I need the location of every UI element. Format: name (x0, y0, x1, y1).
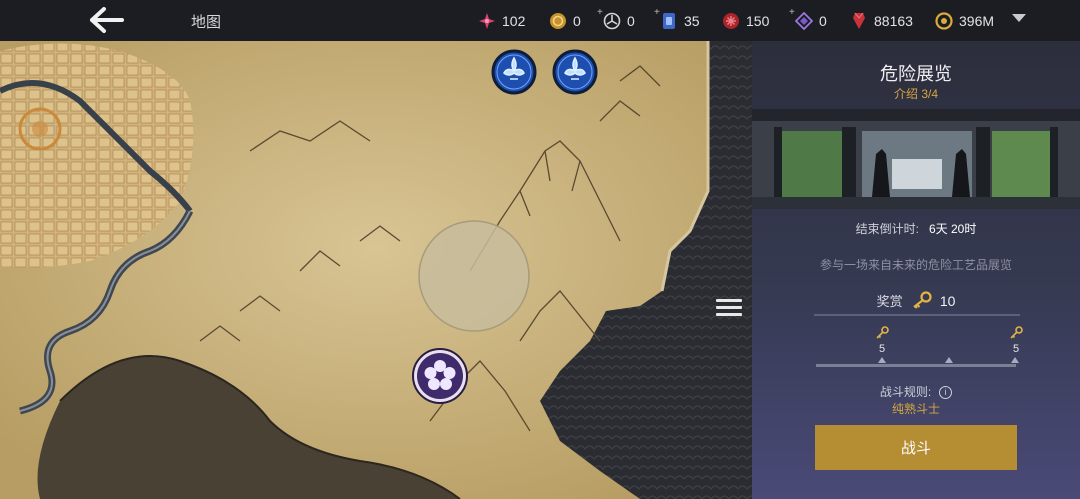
key-icon (913, 291, 932, 309)
reward-label: 奖赏 (876, 294, 903, 309)
top-bar: 地图 102 0 + 0 + 35 150 + 0 88163 396M (0, 0, 1080, 41)
resource-silver-token[interactable]: + 0 (597, 0, 635, 41)
divider (814, 314, 1020, 316)
purple-flower-marker[interactable] (411, 347, 469, 405)
battle-rules: 战斗规则: i (752, 383, 1080, 400)
world-map[interactable] (0, 41, 752, 499)
info-icon[interactable]: i (939, 386, 953, 400)
resource-value: 0 (627, 12, 635, 29)
milestone-1[interactable]: 5 (872, 326, 892, 355)
chevron-down-icon[interactable] (1012, 14, 1026, 22)
resource-value: 88163 (874, 12, 913, 29)
key-icon (1010, 326, 1023, 339)
fleur-de-lis-icon (491, 49, 537, 95)
resource-pink-crystal[interactable]: 102 (478, 0, 525, 41)
gold-ring-icon (935, 11, 953, 30)
fleur-de-lis-icon (552, 49, 598, 95)
resource-gold-currency[interactable]: 396M (935, 0, 994, 41)
back-button[interactable] (84, 4, 128, 36)
countdown: 结束倒计时: 6天 20时 (752, 220, 1080, 237)
event-intro-progress[interactable]: 介绍 3/4 (752, 85, 1080, 102)
event-preview-image (752, 109, 1080, 209)
countdown-label: 结束倒计时: (855, 222, 919, 236)
event-panel: 危险展览 介绍 3/4 结束倒计时: 6天 20时 参与一场来自未来的危险工艺品展… (752, 41, 1080, 499)
key-icon (876, 326, 889, 339)
red-token-icon (722, 12, 740, 30)
resource-value: 0 (573, 12, 581, 29)
purple-diamond-icon: + (789, 7, 813, 30)
blue-card-icon: + (654, 7, 678, 30)
event-title: 危险展览 (880, 64, 952, 84)
countdown-value: 6天 20时 (928, 222, 977, 236)
reward-value: 10 (939, 293, 956, 309)
resource-value: 35 (684, 12, 700, 29)
resource-blue-card[interactable]: + 35 (654, 0, 700, 41)
battle-rules-label: 战斗规则: (879, 385, 932, 399)
flower-icon (412, 348, 468, 404)
page-title: 地图 (191, 14, 222, 31)
battle-rules-value: 纯熟斗士 (891, 402, 940, 416)
pink-star-icon (478, 12, 496, 30)
event-description: 参与一场来自未来的危险工艺品展览 (819, 258, 1012, 272)
reward-row: 奖赏 10 (752, 291, 1080, 310)
map-menu-button[interactable] (712, 295, 746, 325)
milestone-2[interactable]: 5 (1006, 326, 1026, 355)
reward-progress-bar (816, 364, 1016, 367)
red-crystal-icon (850, 12, 868, 30)
hamburger-menu-icon (712, 299, 746, 316)
resource-gold-token[interactable]: 0 (549, 0, 581, 41)
map-terrain (0, 41, 752, 499)
resource-value: 0 (819, 12, 827, 29)
resource-red-token[interactable]: 150 (722, 0, 769, 41)
resource-value: 396M (959, 12, 995, 29)
blue-fleur-marker-2[interactable] (552, 49, 598, 95)
milestone-value: 5 (1012, 343, 1020, 355)
battle-button[interactable]: 战斗 (815, 425, 1017, 470)
resource-purple-gem[interactable]: + 0 (789, 0, 827, 41)
silver-coin-icon: + (597, 7, 621, 30)
progress-tick (1011, 357, 1019, 363)
progress-tick (945, 357, 953, 363)
milestone-value: 5 (878, 343, 886, 355)
progress-tick (878, 357, 886, 363)
resource-red-crystal[interactable]: 88163 (850, 0, 913, 41)
arrow-left-icon (90, 7, 124, 33)
blue-fleur-marker-1[interactable] (491, 49, 537, 95)
resource-value: 150 (746, 12, 770, 29)
gold-coin-icon (549, 12, 567, 30)
resource-value: 102 (502, 12, 526, 29)
